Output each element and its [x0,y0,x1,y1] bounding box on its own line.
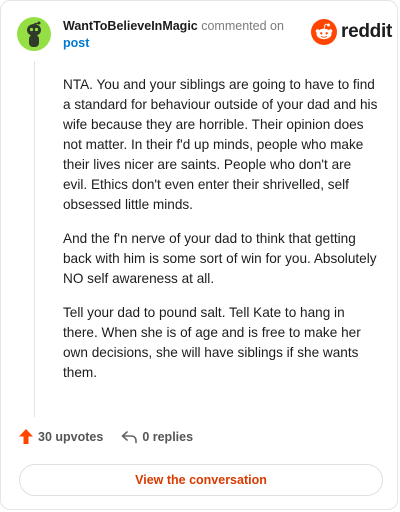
reply-count: 0 replies [142,429,194,444]
reddit-logo[interactable]: reddit [311,19,392,45]
comment-action-text: commented on [201,19,284,33]
view-conversation-button[interactable]: View the conversation [19,464,383,496]
reply-button[interactable]: 0 replies [121,430,193,444]
comment-header: WantToBelieveInMagic commented on post [63,18,303,52]
comment-paragraph: Tell your dad to pound salt. Tell Kate t… [63,305,361,380]
comment-body: NTA. You and your siblings are going to … [63,75,379,397]
avatar[interactable] [17,17,51,51]
post-link[interactable]: post [63,35,303,52]
reply-arrow-icon [122,430,138,443]
comment-paragraph: And the f'n nerve of your dad to think t… [63,231,377,286]
reddit-logo-text: reddit [341,21,392,42]
reddit-logo-icon [311,19,337,45]
upvote-count: 30 upvotes [38,429,104,444]
author-name[interactable]: WantToBelieveInMagic [63,19,198,33]
thread-line [34,61,35,417]
upvote-button[interactable]: 30 upvotes [19,429,103,444]
comment-paragraph: NTA. You and your siblings are going to … [63,77,378,212]
upvote-arrow-icon [19,429,33,444]
comment-actions: 30 upvotes 0 replies [19,429,211,444]
avatar-snoo-icon [17,17,51,51]
comment-card: WantToBelieveInMagic commented on post r… [0,0,398,510]
